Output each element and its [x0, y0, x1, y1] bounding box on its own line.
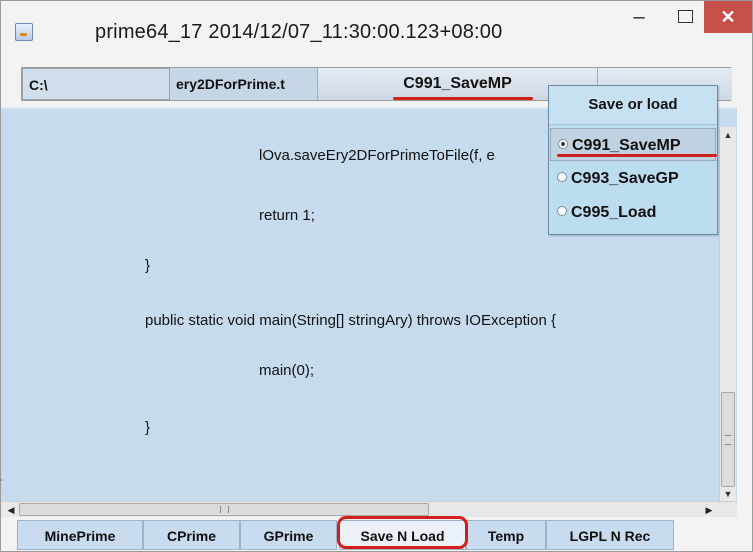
- scroll-up-arrow-icon[interactable]: ▲: [720, 127, 736, 143]
- grip-icon: [220, 506, 229, 513]
- tab-temp[interactable]: Temp: [466, 520, 546, 550]
- java-app-icon[interactable]: [15, 23, 33, 41]
- selected-action-underline: [393, 97, 533, 100]
- vertical-scroll-thumb[interactable]: [721, 392, 735, 487]
- menu-item-label: C993_SaveGP: [571, 170, 679, 187]
- selected-option-underline: [557, 154, 717, 157]
- menu-item-label: C991_SaveMP: [572, 137, 681, 154]
- radio-unselected-icon: [557, 172, 567, 182]
- minimize-button[interactable]: –: [615, 1, 663, 33]
- menu-item-c993-savegp[interactable]: C993_SaveGP: [550, 162, 716, 195]
- code-line: }: [145, 257, 151, 274]
- code-line: return 1;: [259, 207, 315, 224]
- vertical-scrollbar[interactable]: ▲ ▼: [719, 127, 736, 502]
- horizontal-scroll-thumb[interactable]: [19, 503, 429, 516]
- maximize-icon: [677, 10, 693, 23]
- code-line: main(0);: [259, 362, 315, 379]
- radio-selected-icon: [558, 139, 568, 149]
- file-name-field[interactable]: ery2DForPrime.t: [170, 68, 318, 100]
- menu-item-label: C995_Load: [571, 204, 657, 221]
- tab-mineprime[interactable]: MinePrime: [17, 520, 143, 550]
- code-line: lOva.saveEry2DForPrimeToFile(f, e: [259, 147, 495, 164]
- window-title: prime64_17 2014/12/07_11:30:00.123+08:00: [95, 21, 503, 43]
- active-tab-highlight: [337, 516, 468, 549]
- popup-title: Save or load: [549, 86, 717, 125]
- title-bar[interactable]: prime64_17 2014/12/07_11:30:00.123+08:00…: [1, 1, 752, 57]
- path-field[interactable]: C:\: [22, 68, 170, 100]
- app-window: prime64_17 2014/12/07_11:30:00.123+08:00…: [0, 0, 753, 552]
- menu-item-c995-load[interactable]: C995_Load: [550, 196, 716, 229]
- scroll-right-arrow-icon[interactable]: ▶: [701, 502, 717, 518]
- tab-lgpl-n-rec[interactable]: LGPL N Rec: [546, 520, 674, 550]
- code-line: }: [1, 471, 2, 488]
- scroll-left-arrow-icon[interactable]: ◀: [3, 502, 19, 518]
- maximize-button[interactable]: [661, 1, 709, 33]
- radio-unselected-icon: [557, 206, 567, 216]
- grip-icon: [725, 435, 731, 445]
- save-or-load-popup-menu: Save or load C991_SaveMP C993_SaveGP C99…: [548, 85, 718, 235]
- code-line: public static void main(String[] stringA…: [145, 312, 556, 329]
- code-line: }: [145, 419, 151, 436]
- tab-gprime[interactable]: GPrime: [240, 520, 337, 550]
- scroll-down-arrow-icon[interactable]: ▼: [720, 486, 736, 502]
- close-button[interactable]: ✕: [704, 1, 752, 33]
- tab-cprime[interactable]: CPrime: [143, 520, 240, 550]
